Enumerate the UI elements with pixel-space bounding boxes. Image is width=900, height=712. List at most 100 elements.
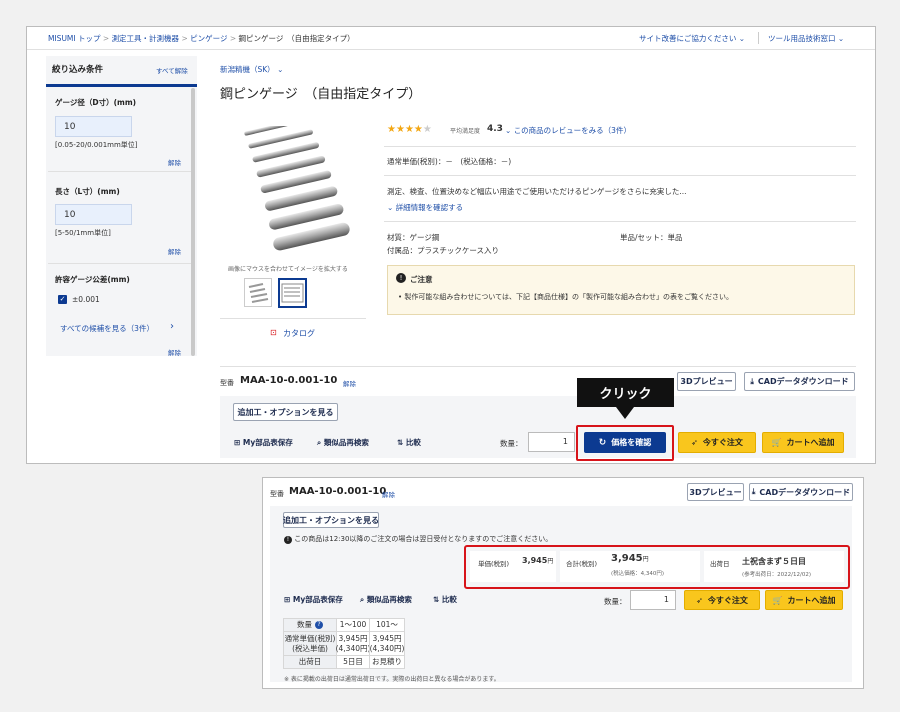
price-1: 3,945円 (4,340円) [336, 631, 370, 656]
ship-1: 5日目 [336, 655, 370, 669]
click-callout: クリック [577, 378, 674, 407]
thumbnail-1[interactable] [244, 278, 272, 307]
improve-link[interactable]: サイト改善にご協力ください ⌄ [639, 33, 745, 44]
star-icon: ★ [404, 124, 414, 135]
save-list-icon: ⊞ [284, 595, 291, 604]
qty-header: 数量? [283, 618, 337, 632]
chevron-down-icon: ⌄ [505, 126, 512, 135]
preview-3d-button[interactable]: 3Dプレビュー [687, 483, 744, 501]
rule [384, 175, 856, 176]
qty-label: 数量： [604, 597, 627, 606]
pin-case-thumbnail-icon [281, 283, 304, 303]
preview-3d-button[interactable]: 3Dプレビュー [677, 372, 736, 391]
notice-title: ご注意 [410, 275, 433, 284]
image-rule [220, 318, 366, 319]
qty-input[interactable]: 1 [630, 590, 676, 610]
chevron-down-icon: ⌄ [277, 65, 284, 74]
cart-icon: 🛒 [771, 438, 782, 447]
order-now-button[interactable]: ➶ 今すぐ注文 [678, 432, 756, 453]
chevron-right-icon[interactable]: › [170, 321, 174, 332]
compare-button[interactable]: ⇅ 比較 [433, 594, 457, 605]
clear-all-link[interactable]: すべて解除 [156, 65, 188, 75]
add-cart-button[interactable]: 🛒 カートへ追加 [765, 590, 843, 610]
cart-icon: 🛒 [772, 595, 783, 605]
catalog-link[interactable]: カタログ [283, 328, 315, 339]
add-cart-button[interactable]: 🛒 カートへ追加 [762, 432, 844, 453]
star-empty-icon: ★ [422, 124, 432, 135]
pdf-icon: ⊡ [270, 328, 277, 337]
breadcrumb: MISUMI トップ > 測定工具・計測機器 > ピンゲージ > 鋼ピンゲージ … [48, 34, 355, 43]
my-parts-button[interactable]: ⊞ My部品表保存 [284, 594, 343, 605]
options-button[interactable]: 追加工・オプションを見る [283, 512, 379, 528]
sidebar-divider [48, 171, 195, 172]
footnote: ※ 表に掲載の出荷日は通常出荷日です。実際の出荷日と異なる場合があります。 [284, 676, 500, 683]
tech-link[interactable]: ツール用品技術窓口 ⌄ [768, 33, 844, 44]
see-all-link[interactable]: すべての候補を見る（3件） [60, 323, 154, 334]
search-similar-icon: ⌕ [317, 438, 322, 447]
model-clear[interactable]: 解除 [343, 378, 356, 388]
detail-link[interactable]: ⌄ 詳細情報を確認する [387, 202, 463, 213]
gauge-dia-input[interactable]: 10 [55, 116, 132, 137]
ship-2: お見積り [369, 655, 405, 669]
ship-header: 出荷日 [283, 655, 337, 669]
order-now-button[interactable]: ➶ 今すぐ注文 [684, 590, 760, 610]
breadcrumb-pin-gauge[interactable]: ピンゲージ [190, 34, 227, 43]
qty-input[interactable]: 1 [528, 432, 575, 452]
model-clear[interactable]: 解除 [382, 489, 395, 499]
accessory: 付属品：プラスチックケース入り [387, 246, 499, 255]
cad-download-button[interactable]: ⤓ CADデータダウンロード [749, 483, 853, 501]
breadcrumb-home[interactable]: MISUMI トップ [48, 34, 101, 43]
model-label: 型番 [220, 379, 234, 387]
gauge-dia-clear[interactable]: 解除 [168, 157, 181, 167]
pin-thumbnail-icon [248, 283, 269, 303]
product-image[interactable] [226, 126, 366, 258]
review-link[interactable]: ⌄ この商品のレビューをみる（3件） [505, 125, 631, 136]
thumbnail-2[interactable] [278, 278, 307, 308]
download-icon: ⤓ [750, 376, 754, 386]
check-price-button[interactable]: ↻ 価格を確認 [584, 432, 666, 453]
notice-text: • 製作可能な組み合わせについては、下記【商品仕様】の「製作可能な組み合わせ」の… [398, 293, 734, 301]
search-similar-icon: ⌕ [360, 595, 365, 604]
tolerance-clear[interactable]: 解除 [168, 347, 181, 357]
header-rule [27, 49, 875, 50]
similar-search-button[interactable]: ⌕ 類似品再検索 [360, 594, 412, 605]
pin-gauge-set-icon [244, 126, 350, 251]
image-hint: 画像にマウスを合わせてイメージを拡大する [228, 266, 348, 273]
maker-link[interactable]: 新潟精機（SK） ⌄ [220, 64, 283, 75]
cad-download-button[interactable]: ⤓ CADデータダウンロード [744, 372, 855, 391]
my-parts-button[interactable]: ⊞ My部品表保存 [234, 437, 293, 448]
tolerance-checkbox[interactable]: ✓ [58, 295, 67, 304]
notice-box [387, 265, 855, 315]
info-icon: ! [284, 536, 292, 544]
compare-icon: ⇅ [397, 438, 404, 447]
star-icon: ★ [395, 124, 405, 135]
length-clear[interactable]: 解除 [168, 246, 181, 256]
rating-value: 4.3 [487, 124, 503, 134]
price-2: 3,945円 (4,340円) [369, 631, 405, 656]
star-icon: ★ [413, 124, 423, 135]
range-2: 101～ [369, 618, 405, 632]
length-label: 長さ（L寸）(mm) [55, 187, 120, 196]
material: 材質：ゲージ鋼 [387, 233, 440, 242]
length-input[interactable]: 10 [55, 204, 132, 225]
sidebar-accent-bar [46, 84, 197, 87]
breadcrumb-current: 鋼ピンゲージ （自由指定タイプ） [238, 34, 355, 43]
sidebar-scrollbar[interactable] [191, 88, 195, 356]
model-number: MAA-10-0.001-10 [289, 486, 387, 497]
unit-set: 単品/セット：単品 [620, 233, 683, 242]
range-1: 1～100 [336, 618, 370, 632]
tolerance-option: ±0.001 [72, 295, 100, 304]
price-header: 通常単価(税別) (税込単価) [283, 631, 337, 656]
compare-icon: ⇅ [433, 595, 440, 604]
breadcrumb-measuring[interactable]: 測定工具・計測機器 [112, 34, 180, 43]
compare-button[interactable]: ⇅ 比較 [397, 437, 421, 448]
tolerance-label: 許容ゲージ公差(mm) [55, 275, 130, 284]
product-title: 鋼ピンゲージ （自由指定タイプ） [220, 87, 422, 102]
options-button[interactable]: 追加工・オプションを見る [233, 403, 338, 421]
length-hint: [5-50/1mm単位] [55, 229, 111, 237]
refresh-icon: ↻ [598, 437, 607, 448]
help-icon[interactable]: ? [315, 621, 323, 629]
chevron-down-icon: ⌄ [387, 203, 394, 212]
similar-search-button[interactable]: ⌕ 類似品再検索 [317, 437, 369, 448]
sidebar-title: 絞り込み条件 [52, 65, 104, 75]
